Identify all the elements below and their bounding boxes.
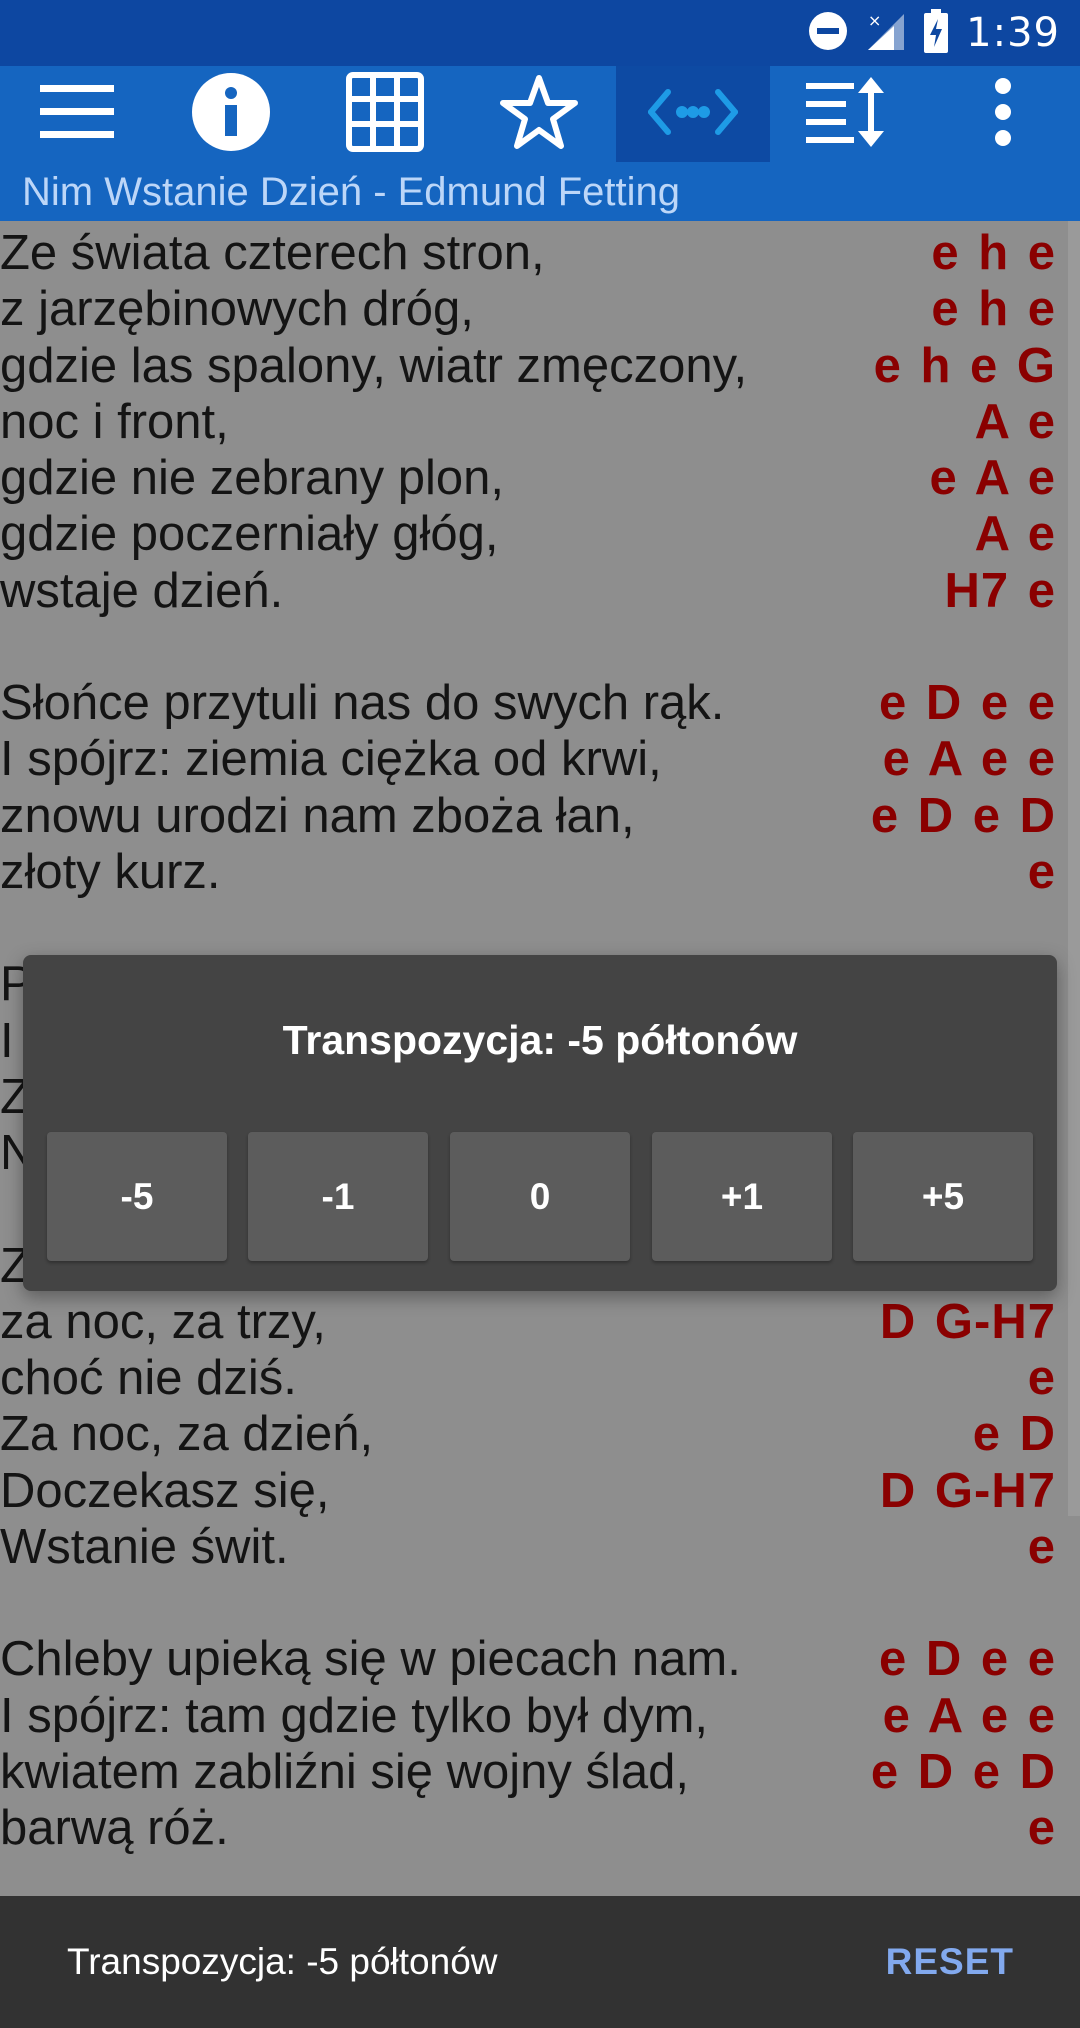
autoscroll-button[interactable] (770, 66, 924, 162)
snackbar: Transpozycja: -5 półtonów RESET (0, 1896, 1080, 2028)
song-line: Chleby upieką się w piecach nam. e D e e (0, 1631, 1068, 1687)
song-line: gdzie poczerniały głóg, A e (0, 506, 1068, 562)
chord-text: D G-H7 (879, 1463, 1056, 1518)
transpose-dialog: Transpozycja: -5 półtonów -5 -1 0 +1 +5 (23, 955, 1057, 1291)
reset-button[interactable]: RESET (886, 1896, 1014, 2028)
song-line: wstaje dzień. H7 e (0, 563, 1068, 619)
lyric-text: za noc, za trzy, (0, 1294, 326, 1349)
song-line: noc i front, A e (0, 394, 1068, 450)
song-line: za noc, za trzy, D G-H7 (0, 1294, 1068, 1350)
lyric-text: gdzie poczerniały głóg, (0, 507, 499, 562)
lyric-text: gdzie las spalony, wiatr zmęczony, (0, 338, 748, 393)
song-line (0, 900, 1068, 956)
song-line: Doczekasz się, D G-H7 (0, 1463, 1068, 1519)
transpose-plus-1-button[interactable]: +1 (652, 1132, 832, 1261)
song-line: złoty kurz. e (0, 844, 1068, 900)
lyric-text: choć nie dziś. (0, 1351, 297, 1405)
song-line: Ze świata czterech stron, e h e (0, 225, 1068, 281)
song-line (0, 619, 1068, 675)
song-line: I spójrz: tam gdzie tylko był dym, e A e … (0, 1688, 1068, 1744)
lyric-text: I spójrz: tam gdzie tylko był dym, (0, 1688, 709, 1743)
lyric-text: z jarzębinowych dróg, (0, 282, 474, 337)
chord-text: e A e e (882, 732, 1056, 787)
chord-text: e h e (931, 282, 1056, 337)
song-line: gdzie las spalony, wiatr zmęczony, e h e … (0, 338, 1068, 394)
lyric-text: znowu urodzi nam zboża łan, (0, 788, 635, 843)
chord-text: e D e e (879, 676, 1056, 730)
menu-button[interactable] (0, 66, 154, 162)
chord-text: e A e (929, 451, 1056, 505)
grid-icon (346, 71, 424, 157)
song-line: I spójrz: ziemia ciężka od krwi, e A e e (0, 731, 1068, 787)
toolbar: Nim Wstanie Dzień - Edmund Fetting (0, 66, 1080, 221)
no-signal-icon: × (866, 10, 906, 57)
more-options-button[interactable] (926, 66, 1080, 162)
song-line: gdzie nie zebrany plon, e A e (0, 450, 1068, 506)
transpose-zero-button[interactable]: 0 (450, 1132, 630, 1261)
chord-text: e D e D (870, 788, 1056, 843)
autoscroll-icon (806, 76, 888, 152)
song-line: Wstanie świt. e (0, 1519, 1068, 1575)
chord-text: e h e (931, 226, 1056, 280)
more-vert-icon (993, 77, 1013, 152)
chord-text: e A e e (882, 1688, 1056, 1743)
chord-text: e (1027, 1801, 1056, 1855)
lyric-text: Doczekasz się, (0, 1463, 330, 1518)
transpose-icon (647, 87, 739, 142)
battery-charging-icon (924, 8, 949, 58)
info-button[interactable] (154, 66, 308, 162)
chord-text: e D (972, 1407, 1056, 1462)
transpose-minus-5-button[interactable]: -5 (47, 1132, 227, 1261)
favorite-button[interactable] (462, 66, 616, 162)
lyric-text: Za noc, za dzień, (0, 1407, 374, 1462)
song-subtitle: Nim Wstanie Dzień - Edmund Fetting (22, 170, 681, 214)
song-line: znowu urodzi nam zboża łan, e D e D (0, 788, 1068, 844)
lyric-text: I (0, 1013, 14, 1068)
dialog-title: Transpozycja: -5 półtonów (282, 1017, 798, 1063)
song-line: barwą róż. e (0, 1800, 1068, 1856)
lyric-text: wstaje dzień. (0, 563, 284, 618)
status-bar: × 1:39 (0, 0, 1080, 66)
lyric-text: Chleby upieką się w piecach nam. (0, 1632, 741, 1687)
snackbar-text: Transpozycja: -5 półtonów (67, 1941, 498, 1982)
chord-grid-button[interactable] (308, 66, 462, 162)
lyric-text: Słońce przytuli nas do swych rąk. (0, 676, 725, 730)
chord-text: A e (974, 394, 1056, 449)
song-line: Za noc, za dzień, e D (0, 1406, 1068, 1462)
svg-text:×: × (868, 11, 881, 30)
song-line (0, 1575, 1068, 1631)
menu-icon (40, 84, 114, 144)
lyric-text: gdzie nie zebrany plon, (0, 451, 504, 505)
scrollbar[interactable] (1068, 221, 1080, 1516)
chord-text: e (1027, 844, 1056, 899)
chord-text: D G-H7 (879, 1294, 1056, 1349)
song-line: kwiatem zabliźni się wojny ślad, e D e D (0, 1744, 1068, 1800)
lyric-text: I spójrz: ziemia ciężka od krwi, (0, 732, 662, 787)
star-icon (499, 74, 579, 155)
chord-text: e (1027, 1351, 1056, 1405)
transpose-plus-5-button[interactable]: +5 (853, 1132, 1033, 1261)
chord-text: e D e e (879, 1632, 1056, 1687)
lyric-text: Wstanie świt. (0, 1519, 289, 1574)
chord-text: A e (974, 507, 1056, 562)
lyric-text: kwiatem zabliźni się wojny ślad, (0, 1744, 689, 1799)
do-not-disturb-icon (808, 11, 848, 56)
chord-text: H7 e (944, 563, 1056, 618)
lyric-text: barwą róż. (0, 1801, 229, 1855)
transpose-button[interactable] (616, 66, 770, 162)
song-line: Słońce przytuli nas do swych rąk. e D e e (0, 675, 1068, 731)
chord-text: e D e D (870, 1744, 1056, 1799)
clock: 1:39 (966, 10, 1060, 56)
lyric-text: noc i front, (0, 394, 229, 449)
lyric-text: złoty kurz. (0, 844, 221, 899)
info-icon (191, 72, 271, 157)
transpose-minus-1-button[interactable]: -1 (248, 1132, 428, 1261)
song-line: choć nie dziś. e (0, 1350, 1068, 1406)
lyric-text: Ze świata czterech stron, (0, 226, 545, 280)
chord-text: e (1027, 1519, 1056, 1574)
chord-text: e h e G (873, 338, 1056, 393)
status-icons: × 1:39 (808, 0, 1060, 66)
song-line: z jarzębinowych dróg, e h e (0, 281, 1068, 337)
